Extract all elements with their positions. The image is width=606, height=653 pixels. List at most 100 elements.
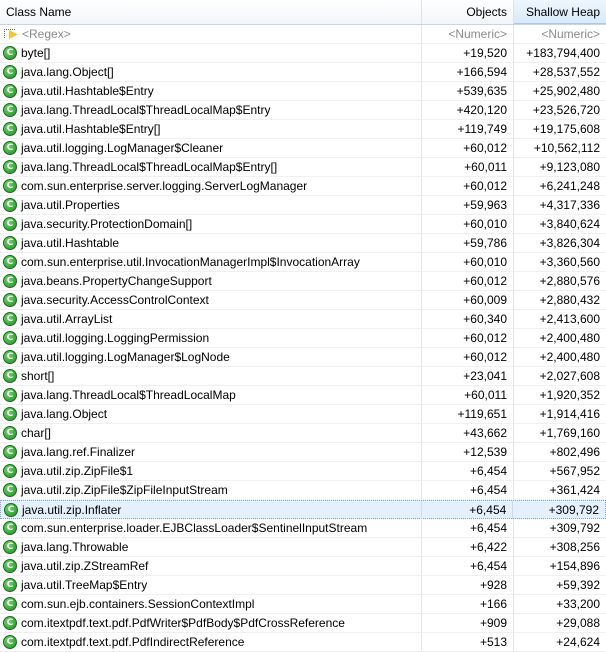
class-name-cell[interactable]: Cjava.util.logging.LogManager$LogNode <box>0 348 422 366</box>
table-row[interactable]: Cjava.lang.ThreadLocal$ThreadLocalMap +60… <box>0 386 606 405</box>
objects-cell: +60,010 <box>422 253 514 271</box>
table-row[interactable]: Cjava.util.zip.Inflater +6,454 +309,792 <box>0 500 606 519</box>
class-name-cell[interactable]: Cjava.util.zip.Inflater <box>1 501 422 519</box>
objects-cell: +12,539 <box>422 443 514 461</box>
shallow-heap-cell: +19,175,608 <box>532 122 600 136</box>
table-body: Cbyte[] +19,520 +183,794,400 Cjava.lang.Obj… <box>0 44 606 652</box>
class-name-cell[interactable]: Cjava.lang.ref.Finalizer <box>0 443 422 461</box>
class-name-cell[interactable]: Ccom.sun.enterprise.loader.EJBClassLoade… <box>0 519 422 537</box>
table-row[interactable]: Ccom.sun.enterprise.util.InvocationManag… <box>0 253 606 272</box>
class-icon: C <box>3 445 17 459</box>
class-name-cell[interactable]: Ccom.sun.enterprise.server.logging.Serve… <box>0 177 422 195</box>
class-name-text: com.sun.enterprise.loader.EJBClassLoader… <box>21 521 368 535</box>
shallow-heap-cell: +25,902,480 <box>532 84 600 98</box>
column-header-class-name[interactable]: Class Name <box>0 0 422 24</box>
objects-cell: +60,011 <box>422 386 514 404</box>
class-name-cell[interactable]: Cjava.util.zip.ZStreamRef <box>0 557 422 575</box>
shallow-heap-cell: +2,400,480 <box>539 331 600 345</box>
shallow-heap-filter[interactable]: <Numeric> <box>514 25 606 43</box>
class-name-cell[interactable]: Cshort[] <box>0 367 422 385</box>
class-name-cell[interactable]: Cchar[] <box>0 424 422 442</box>
class-icon: C <box>3 179 17 193</box>
class-name-cell[interactable]: Ccom.itextpdf.text.pdf.PdfWriter$PdfBody… <box>0 614 422 632</box>
objects-cell: +6,454 <box>422 481 514 499</box>
objects-cell: +60,012 <box>422 329 514 347</box>
table-row[interactable]: Cjava.security.ProtectionDomain[] +60,010… <box>0 215 606 234</box>
class-name-cell[interactable]: Ccom.itextpdf.text.pdf.PdfIndirectRefere… <box>0 633 422 651</box>
class-icon: C <box>3 559 17 573</box>
class-name-cell[interactable]: Cjava.util.Hashtable$Entry[] <box>0 120 422 138</box>
class-name-cell[interactable]: Cjava.util.logging.LogManager$Cleaner <box>0 139 422 157</box>
class-icon: C <box>3 84 17 98</box>
table-row[interactable]: Ccom.sun.ejb.containers.SessionContextIm… <box>0 595 606 614</box>
table-row[interactable]: Cjava.util.Properties +59,963 +4,317,336 <box>0 196 606 215</box>
class-name-text: com.sun.enterprise.server.logging.Server… <box>21 179 308 193</box>
column-header-objects[interactable]: Objects <box>422 0 514 24</box>
class-icon: C <box>3 160 17 174</box>
class-name-cell[interactable]: Cjava.security.AccessControlContext <box>0 291 422 309</box>
objects-cell: +19,520 <box>422 44 514 62</box>
class-name-cell[interactable]: Cjava.lang.Object[] <box>0 63 422 81</box>
table-row[interactable]: Cjava.util.Hashtable +59,786 +3,826,304 <box>0 234 606 253</box>
table-row[interactable]: Ccom.sun.enterprise.server.logging.Serve… <box>0 177 606 196</box>
table-row[interactable]: Cjava.beans.PropertyChangeSupport +60,012… <box>0 272 606 291</box>
table-row[interactable]: Cjava.util.Hashtable$Entry +539,635 +25,90… <box>0 82 606 101</box>
class-name-cell[interactable]: Cjava.util.ArrayList <box>0 310 422 328</box>
class-name-cell[interactable]: Cjava.lang.ThreadLocal$ThreadLocalMap <box>0 386 422 404</box>
class-name-cell[interactable]: Cjava.util.Hashtable <box>0 234 422 252</box>
objects-cell: +60,012 <box>422 177 514 195</box>
table-row[interactable]: Cjava.util.logging.LogManager$Cleaner +60… <box>0 139 606 158</box>
table-row[interactable]: Cbyte[] +19,520 +183,794,400 <box>0 44 606 63</box>
class-name-cell[interactable]: Cjava.lang.Object <box>0 405 422 423</box>
class-icon: C <box>3 521 17 535</box>
objects-cell: +513 <box>422 633 514 651</box>
table-row[interactable]: Ccom.itextpdf.text.pdf.PdfWriter$PdfBody… <box>0 614 606 633</box>
table-row[interactable]: Cjava.util.zip.ZipFile$ZipFileInputStrea… <box>0 481 606 500</box>
table-row[interactable]: Cjava.util.Hashtable$Entry[] +119,749 +19,… <box>0 120 606 139</box>
table-row[interactable]: Cjava.lang.ThreadLocal$ThreadLocalMap$En… <box>0 158 606 177</box>
class-name-cell[interactable]: Ccom.sun.ejb.containers.SessionContextIm… <box>0 595 422 613</box>
table-row[interactable]: Cshort[] +23,041 +2,027,608 <box>0 367 606 386</box>
shallow-heap-cell: +308,256 <box>549 540 600 554</box>
class-name-cell[interactable]: Ccom.sun.enterprise.util.InvocationManag… <box>0 253 422 271</box>
class-name-cell[interactable]: Cjava.lang.Throwable <box>0 538 422 556</box>
table-row[interactable]: Cjava.util.logging.LoggingPermission +60,… <box>0 329 606 348</box>
table-row[interactable]: Ccom.itextpdf.text.pdf.PdfIndirectRefere… <box>0 633 606 652</box>
objects-filter[interactable]: <Numeric> <box>422 25 514 43</box>
table-row[interactable]: Cjava.lang.Object +119,651 +1,914,416 <box>0 405 606 424</box>
column-header-shallow-heap[interactable]: Shallow Heap <box>514 0 606 24</box>
table-row[interactable]: Cjava.util.TreeMap$Entry +928 +59,392 <box>0 576 606 595</box>
class-name-cell[interactable]: Cjava.security.ProtectionDomain[] <box>0 215 422 233</box>
shallow-heap-cell: +29,088 <box>556 616 600 630</box>
table-row[interactable]: Cjava.lang.Throwable +6,422 +308,256 <box>0 538 606 557</box>
class-icon: C <box>3 331 17 345</box>
class-icon: C <box>3 635 17 649</box>
table-row[interactable]: Cjava.util.zip.ZStreamRef +6,454 +154,896 <box>0 557 606 576</box>
class-name-text: short[] <box>21 369 55 383</box>
shallow-heap-cell: +183,794,400 <box>526 46 600 60</box>
class-name-cell[interactable]: Cjava.util.TreeMap$Entry <box>0 576 422 594</box>
class-name-cell[interactable]: Cjava.util.Hashtable$Entry <box>0 82 422 100</box>
objects-cell: +6,454 <box>422 462 514 480</box>
objects-cell: +539,635 <box>422 82 514 100</box>
table-row[interactable]: Cjava.util.zip.ZipFile$1 +6,454 +567,952 <box>0 462 606 481</box>
table-row[interactable]: Cjava.security.AccessControlContext +60,0… <box>0 291 606 310</box>
objects-cell: +60,012 <box>422 139 514 157</box>
class-name-cell[interactable]: Cjava.util.zip.ZipFile$1 <box>0 462 422 480</box>
table-row[interactable]: Cjava.lang.Object[] +166,594 +28,537,552 <box>0 63 606 82</box>
class-name-cell[interactable]: Cbyte[] <box>0 44 422 62</box>
table-row[interactable]: Cjava.lang.ThreadLocal$ThreadLocalMap$En… <box>0 101 606 120</box>
class-name-cell[interactable]: Cjava.lang.ThreadLocal$ThreadLocalMap$En… <box>0 101 422 119</box>
class-icon: C <box>3 407 17 421</box>
class-name-filter[interactable]: <Regex> <box>0 25 422 43</box>
table-row[interactable]: Cjava.util.logging.LogManager$LogNode +60… <box>0 348 606 367</box>
table-row[interactable]: Cjava.lang.ref.Finalizer +12,539 +802,496 <box>0 443 606 462</box>
class-name-cell[interactable]: Cjava.util.zip.ZipFile$ZipFileInputStrea… <box>0 481 422 499</box>
class-name-cell[interactable]: Cjava.beans.PropertyChangeSupport <box>0 272 422 290</box>
table-row[interactable]: Cchar[] +43,662 +1,769,160 <box>0 424 606 443</box>
table-row[interactable]: Ccom.sun.enterprise.loader.EJBClassLoade… <box>0 519 606 538</box>
class-name-cell[interactable]: Cjava.util.logging.LoggingPermission <box>0 329 422 347</box>
class-name-cell[interactable]: Cjava.lang.ThreadLocal$ThreadLocalMap$En… <box>0 158 422 176</box>
table-row[interactable]: Cjava.util.ArrayList +60,340 +2,413,600 <box>0 310 606 329</box>
class-name-cell[interactable]: Cjava.util.Properties <box>0 196 422 214</box>
